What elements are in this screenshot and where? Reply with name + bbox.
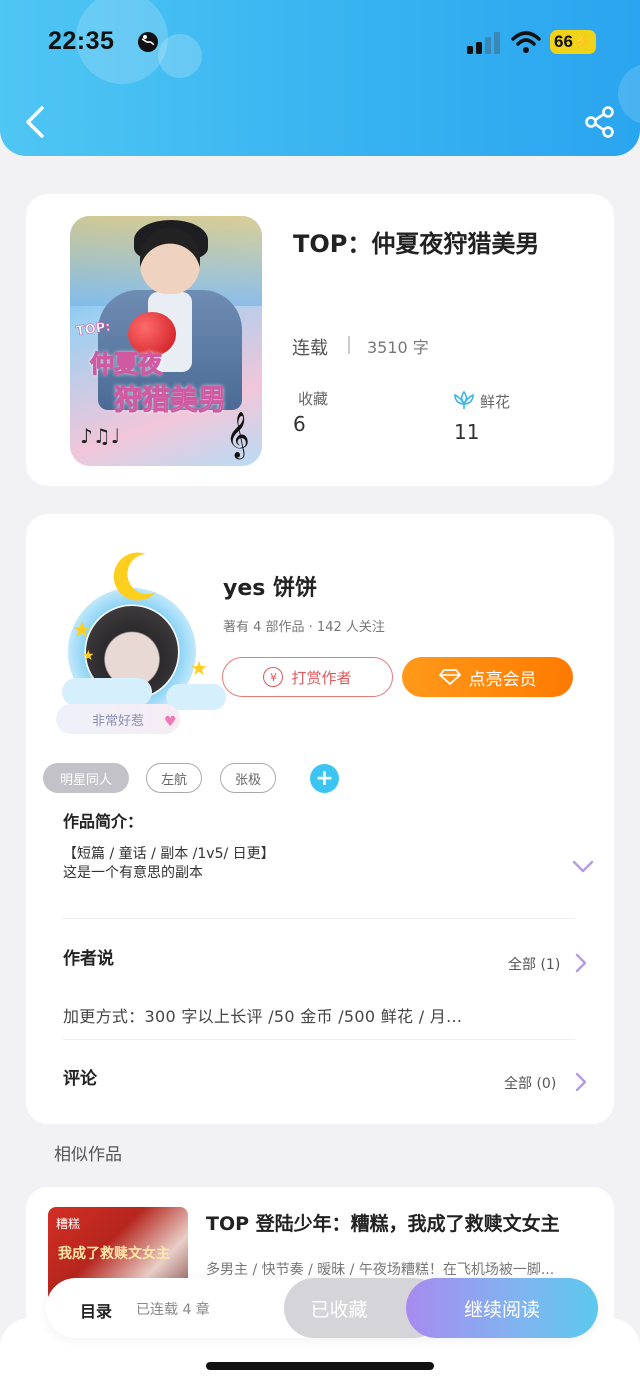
wifi-icon: [511, 31, 541, 53]
tip-author-button[interactable]: ¥ 打赏作者: [222, 657, 393, 697]
music-notes-icon: ♪♫♩: [80, 424, 121, 448]
vip-label: 点亮会员: [468, 669, 537, 690]
author-says-all-link[interactable]: 全部 (1): [508, 954, 560, 974]
intro-text: 【短篇 / 童话 / 副本 /1v5/ 日更】: [63, 846, 275, 862]
add-tag-button[interactable]: +: [310, 764, 339, 793]
book-cover[interactable]: TOP: 仲夏夜 狩猎美男 ♪♫♩ 𝄞: [70, 216, 262, 466]
top-header: 22:35 66 ⚡: [0, 0, 640, 156]
charging-icon: ⚡: [573, 34, 591, 49]
cloud-decor: [166, 684, 226, 710]
divider: [63, 1039, 575, 1040]
moon-icon: [113, 552, 156, 601]
author-stats: 著有 4 部作品 · 142 人关注: [223, 620, 385, 635]
treble-clef-icon: 𝄞: [226, 412, 250, 458]
flower-icon: [454, 390, 474, 409]
decor-bubble: [158, 34, 202, 78]
author-badge: 非常好惹: [56, 704, 180, 734]
bottom-action-bar: 目录 已连载 4 章 已收藏 继续阅读: [46, 1278, 598, 1338]
star-icon: ★: [190, 656, 208, 680]
share-icon[interactable]: [584, 106, 616, 138]
chevron-right-icon[interactable]: [574, 1071, 588, 1093]
battery-icon: 66 ⚡: [550, 30, 596, 54]
similar-desc: 多男主 / 快节奏 / 暧昧 / 午夜场糟糕！在飞机场被一脚...: [206, 1262, 555, 1278]
chevron-left-icon[interactable]: [22, 104, 48, 140]
battery-level: 66: [554, 32, 573, 51]
cover-figure: [140, 228, 200, 294]
star-icon: ★: [72, 618, 92, 643]
avatar[interactable]: ★ ★ ★: [56, 544, 226, 716]
cover-text: 仲夏夜: [90, 350, 163, 379]
globe-icon: [138, 32, 158, 52]
chevron-right-icon[interactable]: [574, 952, 588, 974]
serial-status: 连载: [292, 338, 328, 359]
similar-heading: 相似作品: [54, 1145, 122, 1165]
signal-icon: [467, 32, 500, 54]
book-title: TOP：仲夏夜狩猎美男: [293, 230, 540, 258]
yen-icon: ¥: [263, 667, 284, 687]
favorites-count: 6: [293, 412, 306, 436]
flowers-count: 11: [454, 420, 480, 444]
divider: [63, 918, 575, 919]
cover-text: 我成了救赎文女主: [58, 1246, 170, 1262]
author-says-text: 加更方式：300 字以上长评 /50 金币 /500 鲜花 / 月...: [63, 1007, 463, 1026]
author-name[interactable]: yes 饼饼: [223, 570, 317, 602]
favorites-label: 收藏: [298, 390, 329, 408]
home-indicator: [206, 1362, 434, 1370]
intro-text: 这是一个有意思的副本: [63, 865, 203, 881]
comments-title: 评论: [63, 1069, 97, 1089]
tag-item[interactable]: 明星同人: [43, 763, 129, 793]
intro-title: 作品简介：: [63, 812, 144, 831]
tag-item[interactable]: 张极: [220, 763, 276, 793]
book-info-card: TOP: 仲夏夜 狩猎美男 ♪♫♩ 𝄞 TOP：仲夏夜狩猎美男 连载 3510 …: [26, 194, 614, 486]
similar-title[interactable]: TOP 登陆少年：糟糕，我成了救赎文女主: [206, 1209, 560, 1236]
author-card: ★ ★ ★ 非常好惹 ♥ yes 饼饼 著有 4 部作品 · 142 人关注 ¥…: [26, 514, 614, 1124]
comments-all-link[interactable]: 全部 (0): [504, 1073, 556, 1093]
cover-text: 糟糕: [56, 1217, 81, 1231]
serial-chapters[interactable]: 已连载 4 章: [136, 1299, 210, 1319]
author-says-title: 作者说: [63, 949, 114, 969]
tip-author-label: 打赏作者: [291, 668, 352, 687]
diamond-icon: [438, 669, 461, 685]
chevron-down-icon[interactable]: [572, 860, 594, 874]
divider: [348, 336, 350, 354]
tag-item[interactable]: 左航: [146, 763, 202, 793]
word-count: 3510 字: [367, 338, 429, 357]
flowers-label: 鲜花: [480, 393, 511, 411]
cover-text: 狩猎美男: [113, 383, 227, 417]
decor-bubble: [618, 64, 640, 124]
vip-button[interactable]: 点亮会员: [402, 657, 573, 697]
heart-icon: ♥: [164, 714, 177, 730]
toc-button[interactable]: 目录: [80, 1298, 112, 1322]
star-icon: ★: [82, 648, 95, 664]
status-time: 22:35: [48, 27, 115, 55]
cloud-decor: [62, 678, 152, 706]
continue-reading-button[interactable]: 继续阅读: [406, 1278, 598, 1338]
